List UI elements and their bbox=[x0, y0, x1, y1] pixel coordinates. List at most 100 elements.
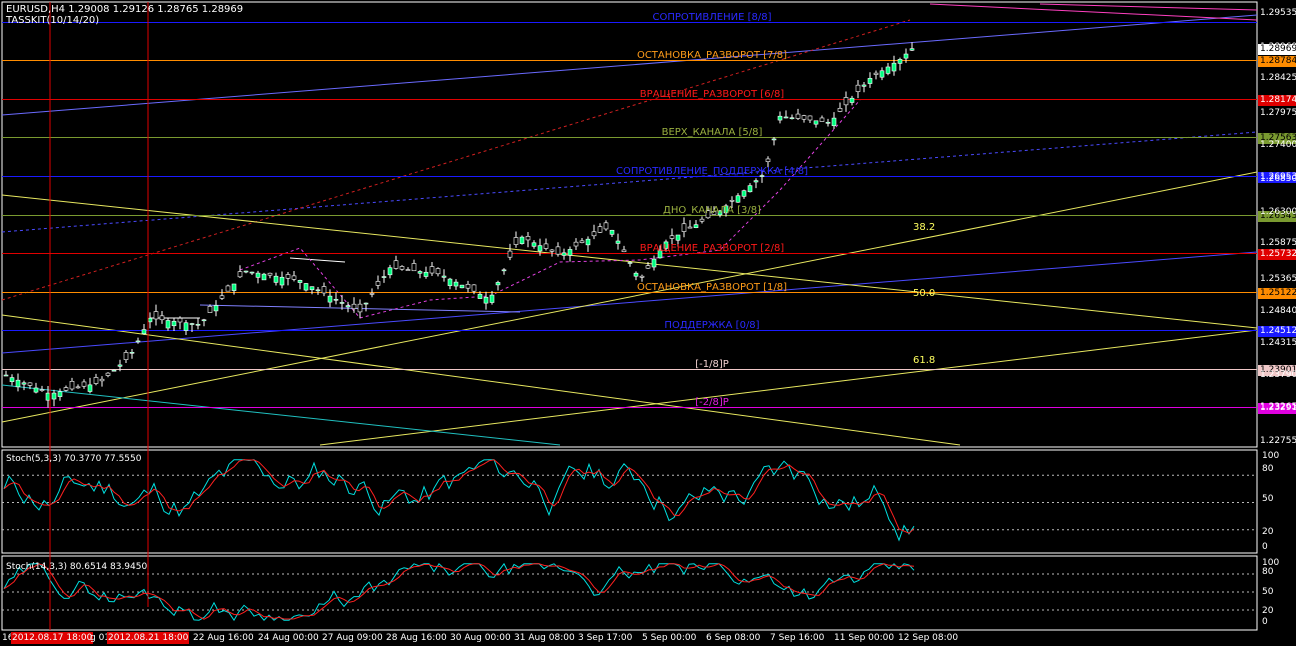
candle-body bbox=[255, 272, 261, 278]
candle-body bbox=[321, 286, 327, 294]
candle-body bbox=[837, 108, 843, 112]
time-marker-2[interactable]: 2012.08.21 18:00 bbox=[107, 632, 190, 644]
time-axis-label: 31 Aug 08:00 bbox=[514, 633, 575, 643]
candle-body bbox=[189, 323, 195, 325]
candle-body bbox=[63, 387, 69, 391]
murrey-level-price-box-2: 1.28174 bbox=[1258, 94, 1296, 106]
candle-body bbox=[795, 113, 801, 119]
candle-body bbox=[171, 320, 177, 327]
candle-body bbox=[813, 120, 819, 125]
candle-body bbox=[183, 322, 189, 331]
candle-body bbox=[621, 249, 627, 253]
candle-body bbox=[297, 280, 303, 283]
time-axis-label: 12 Sep 08:00 bbox=[898, 633, 959, 643]
price-axis-label: 1.25365 bbox=[1260, 274, 1296, 284]
candle-body bbox=[519, 236, 525, 244]
candle-body bbox=[87, 384, 93, 392]
price-axis-label: 1.24840 bbox=[1260, 306, 1296, 316]
stoch1-level-0: 0 bbox=[1262, 542, 1268, 552]
candle-body bbox=[75, 386, 81, 389]
candle-body bbox=[537, 245, 543, 252]
trend-lines-layer bbox=[1, 3, 1258, 446]
stoch1-lines-layer bbox=[2, 459, 1257, 542]
time-axis-label: 24 Aug 00:00 bbox=[258, 633, 319, 643]
fib-line-yellow-3 bbox=[1, 171, 1258, 423]
candle-body bbox=[291, 275, 297, 280]
candle-body bbox=[489, 294, 495, 303]
candle-body bbox=[39, 389, 45, 391]
candle-body bbox=[447, 278, 453, 286]
candle-body bbox=[381, 276, 387, 278]
candle-body bbox=[903, 53, 909, 59]
candle-body bbox=[129, 352, 135, 354]
stoch2-lines-layer bbox=[2, 562, 1257, 622]
candle-body bbox=[693, 224, 699, 228]
candle-body bbox=[603, 222, 609, 230]
candle-body bbox=[111, 369, 117, 372]
candle-body bbox=[393, 260, 399, 269]
candle-body bbox=[153, 311, 159, 320]
candle-body bbox=[363, 302, 369, 305]
stoch2-label: Stoch(14,3,3) 80.6514 83.9450 bbox=[6, 562, 148, 572]
candle-body bbox=[351, 303, 357, 310]
candle-body bbox=[45, 392, 51, 401]
candle-body bbox=[861, 84, 867, 87]
candle-body bbox=[357, 303, 363, 313]
candle-body bbox=[93, 377, 99, 384]
indicator-info: TASSKIT(10/14/20) bbox=[6, 15, 100, 26]
candle-body bbox=[825, 121, 831, 124]
time-marker-1[interactable]: 2012.08.17 18:00 bbox=[11, 632, 94, 644]
candle-body bbox=[399, 266, 405, 270]
murrey-level-label-8: ПОДДЕРЖКА [0/8] bbox=[664, 319, 760, 331]
candle-body bbox=[123, 352, 129, 360]
candle-body bbox=[675, 234, 681, 241]
price-axis-label: 1.24315 bbox=[1260, 338, 1296, 348]
trend-line-red-dotted bbox=[1, 19, 911, 301]
stoch1-level-80: 80 bbox=[1262, 464, 1274, 474]
candle-body bbox=[849, 97, 855, 103]
candle-body bbox=[423, 271, 429, 277]
candle-body bbox=[831, 117, 837, 127]
candle-body bbox=[885, 66, 891, 74]
candle-body bbox=[3, 374, 9, 377]
time-axis-label: 3 Sep 17:00 bbox=[578, 633, 633, 643]
candle-body bbox=[681, 223, 687, 232]
candle-body bbox=[669, 235, 675, 239]
price-axis-label: 1.26850 bbox=[1260, 174, 1296, 184]
murrey-level-label-7: ОСТАНОВКА_РАЗВОРОТ [1/8] bbox=[636, 281, 788, 293]
stoch1-pane-border bbox=[1, 449, 1258, 554]
candle-body bbox=[879, 70, 885, 78]
time-axis-label: 27 Aug 09:00 bbox=[322, 633, 383, 643]
candle-body bbox=[801, 115, 807, 120]
price-axis-label: 1.23790 bbox=[1260, 370, 1296, 380]
time-axis-label: 11 Sep 00:00 bbox=[834, 633, 895, 643]
murrey-level-price-box-1: 1.28784 bbox=[1258, 55, 1296, 67]
candle-body bbox=[585, 238, 591, 246]
candle-body bbox=[645, 265, 651, 269]
trend-line-magenta-2 bbox=[1039, 3, 1258, 11]
candle-body bbox=[27, 382, 33, 386]
murrey-level-label-6: ВРАЩЕНИЕ_РАЗВОРОТ [2/8] bbox=[639, 242, 785, 254]
candle-body bbox=[333, 298, 339, 301]
murrey-level-price-box-8: 1.24512 bbox=[1258, 325, 1296, 337]
candle-body bbox=[507, 250, 513, 258]
candle-body bbox=[735, 195, 741, 203]
price-axis-label: 1.23265 bbox=[1260, 402, 1296, 412]
candle-body bbox=[195, 323, 201, 326]
murrey-levels-layer bbox=[2, 22, 1257, 408]
murrey-level-label-1: ОСТАНОВКА_РАЗВОРОТ [7/8] bbox=[636, 49, 788, 61]
candle-body bbox=[441, 275, 447, 278]
price-axis-label: 1.22755 bbox=[1260, 436, 1296, 446]
candle-body bbox=[369, 293, 375, 295]
stoch2-pane-border bbox=[1, 555, 1258, 631]
candle-body bbox=[789, 117, 795, 120]
price-axis-label: 1.29535 bbox=[1260, 8, 1296, 18]
stoch1-level-20: 20 bbox=[1262, 527, 1274, 537]
candle-body bbox=[843, 97, 849, 106]
candle-body bbox=[525, 236, 531, 241]
candle-body bbox=[897, 59, 903, 64]
candle-body bbox=[567, 249, 573, 256]
candle-body bbox=[477, 293, 483, 299]
candle-body bbox=[495, 282, 501, 286]
candle-body bbox=[687, 226, 693, 229]
